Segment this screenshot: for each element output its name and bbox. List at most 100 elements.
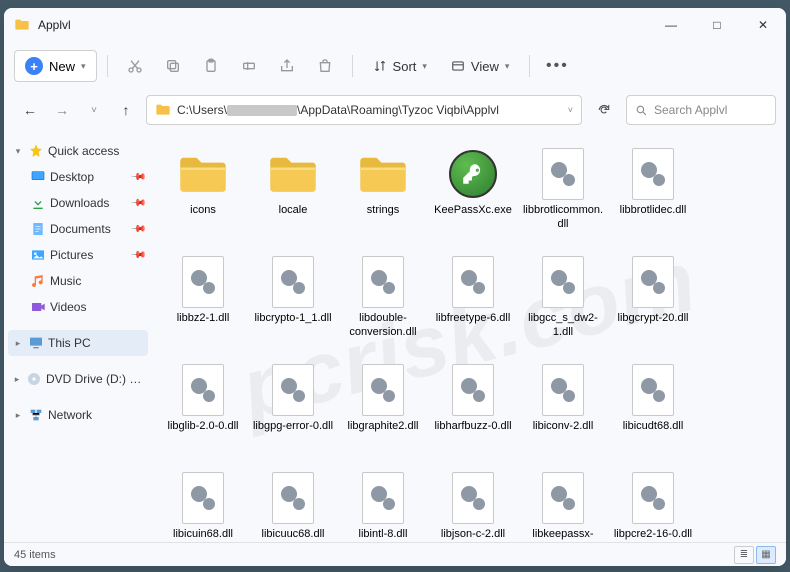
file-name: libfreetype-6.dll xyxy=(434,310,513,326)
maximize-button[interactable]: □ xyxy=(694,8,740,42)
pin-icon: 📌 xyxy=(129,221,146,238)
sidebar-item-desktop[interactable]: Desktop 📌 xyxy=(8,164,148,190)
file-name: locale xyxy=(277,202,310,218)
details-view-button[interactable]: ≣ xyxy=(734,546,754,564)
file-item[interactable]: libjson-c-2.dll xyxy=(428,464,518,542)
videos-icon xyxy=(30,299,46,315)
dll-icon xyxy=(175,362,231,418)
music-icon xyxy=(30,273,46,289)
file-item[interactable]: libgcc_s_dw2-1.dll xyxy=(518,248,608,356)
folder-icon xyxy=(155,102,171,118)
file-item[interactable]: libbrotlicommon.dll xyxy=(518,140,608,248)
up-button[interactable]: ↑ xyxy=(114,98,138,122)
file-item[interactable]: libiconv-2.dll xyxy=(518,356,608,464)
file-item[interactable]: libicuin68.dll xyxy=(158,464,248,542)
quick-access-label: Quick access xyxy=(48,144,119,158)
file-name: icons xyxy=(188,202,218,218)
rename-icon[interactable] xyxy=(232,50,266,82)
more-icon[interactable]: ••• xyxy=(540,50,574,82)
file-name: KeePassXc.exe xyxy=(432,202,514,218)
file-item[interactable]: libbz2-1.dll xyxy=(158,248,248,356)
sidebar-item-documents[interactable]: Documents 📌 xyxy=(8,216,148,242)
file-item[interactable]: libintl-8.dll xyxy=(338,464,428,542)
dll-icon xyxy=(355,254,411,310)
sidebar-item-downloads[interactable]: Downloads 📌 xyxy=(8,190,148,216)
sidebar-quick-access[interactable]: ▾ Quick access xyxy=(8,138,148,164)
view-button[interactable]: View ▾ xyxy=(441,50,519,82)
address-suffix: \AppData\Roaming\Tyzoc Viqbi\Applvl xyxy=(297,103,499,117)
delete-icon[interactable] xyxy=(308,50,342,82)
dll-icon xyxy=(535,470,591,526)
dll-icon xyxy=(535,254,591,310)
plus-icon: + xyxy=(25,57,43,75)
sidebar-item-label: Downloads xyxy=(50,196,109,210)
download-icon xyxy=(30,195,46,211)
copy-icon[interactable] xyxy=(156,50,190,82)
new-button[interactable]: + New ▾ xyxy=(14,50,97,82)
expand-icon: ▸ xyxy=(12,338,24,349)
folder-icon xyxy=(14,17,30,33)
forward-button[interactable]: → xyxy=(50,98,74,122)
file-item[interactable]: libpcre2-16-0.dll xyxy=(608,464,698,542)
file-name: libkeepassx-autotype-windows.dll xyxy=(518,526,608,542)
sidebar-this-pc[interactable]: ▸ This PC xyxy=(8,330,148,356)
chevron-down-icon: ˅ xyxy=(568,105,573,115)
file-item[interactable]: libgpg-error-0.dll xyxy=(248,356,338,464)
dll-icon xyxy=(625,362,681,418)
minimize-button[interactable]: ― xyxy=(648,8,694,42)
file-list[interactable]: pcrisk.com icons locale strings KeePassX… xyxy=(152,130,786,542)
file-name: libdouble-conversion.dll xyxy=(338,310,428,340)
address-bar[interactable]: C:\Users\ \AppData\Roaming\Tyzoc Viqbi\A… xyxy=(146,95,582,125)
dvd-label: DVD Drive (D:) CCCC xyxy=(46,372,144,386)
sidebar-item-music[interactable]: Music xyxy=(8,268,148,294)
sidebar-item-pictures[interactable]: Pictures 📌 xyxy=(8,242,148,268)
file-item[interactable]: icons xyxy=(158,140,248,248)
file-name: libbrotlidec.dll xyxy=(618,202,689,218)
refresh-button[interactable] xyxy=(590,95,618,125)
sidebar-item-videos[interactable]: Videos xyxy=(8,294,148,320)
sort-icon xyxy=(373,59,387,73)
file-name: libjson-c-2.dll xyxy=(439,526,507,542)
window-title: Applvl xyxy=(38,18,648,32)
address-bar-row: ← → ˅ ↑ C:\Users\ \AppData\Roaming\Tyzoc… xyxy=(4,90,786,130)
close-button[interactable]: ✕ xyxy=(740,8,786,42)
file-item[interactable]: KeePassXc.exe xyxy=(428,140,518,248)
back-button[interactable]: ← xyxy=(18,98,42,122)
icons-view-button[interactable]: ▦ xyxy=(756,546,776,564)
sidebar-item-label: Videos xyxy=(50,300,86,314)
file-item[interactable]: libbrotlidec.dll xyxy=(608,140,698,248)
dll-icon xyxy=(355,362,411,418)
share-icon[interactable] xyxy=(270,50,304,82)
recent-locations-button[interactable]: ˅ xyxy=(82,98,106,122)
paste-icon[interactable] xyxy=(194,50,228,82)
file-name: libicudt68.dll xyxy=(621,418,686,434)
separator xyxy=(529,55,530,77)
item-count: 45 items xyxy=(14,549,56,561)
pin-icon: 📌 xyxy=(129,247,146,264)
folder-icon xyxy=(265,146,321,202)
file-item[interactable]: libicudt68.dll xyxy=(608,356,698,464)
cut-icon[interactable] xyxy=(118,50,152,82)
search-input[interactable]: Search Applvl xyxy=(626,95,776,125)
file-item[interactable]: locale xyxy=(248,140,338,248)
file-item[interactable]: libcrypto-1_1.dll xyxy=(248,248,338,356)
documents-icon xyxy=(30,221,46,237)
sidebar-dvd[interactable]: ▸ DVD Drive (D:) CCCC xyxy=(8,366,148,392)
file-item[interactable]: libfreetype-6.dll xyxy=(428,248,518,356)
file-item[interactable]: libglib-2.0-0.dll xyxy=(158,356,248,464)
file-item[interactable]: libkeepassx-autotype-windows.dll xyxy=(518,464,608,542)
file-name: libgpg-error-0.dll xyxy=(251,418,335,434)
new-label: New xyxy=(49,59,75,74)
file-item[interactable]: strings xyxy=(338,140,428,248)
file-item[interactable]: libicuuc68.dll xyxy=(248,464,338,542)
file-name: libicuuc68.dll xyxy=(260,526,327,542)
address-prefix: C:\Users\ xyxy=(177,103,227,117)
sidebar-network[interactable]: ▸ Network xyxy=(8,402,148,428)
file-item[interactable]: libgcrypt-20.dll xyxy=(608,248,698,356)
file-item[interactable]: libgraphite2.dll xyxy=(338,356,428,464)
file-name: libgcrypt-20.dll xyxy=(616,310,691,326)
file-item[interactable]: libdouble-conversion.dll xyxy=(338,248,428,356)
file-item[interactable]: libharfbuzz-0.dll xyxy=(428,356,518,464)
file-name: strings xyxy=(365,202,401,218)
sort-button[interactable]: Sort ▾ xyxy=(363,50,437,82)
